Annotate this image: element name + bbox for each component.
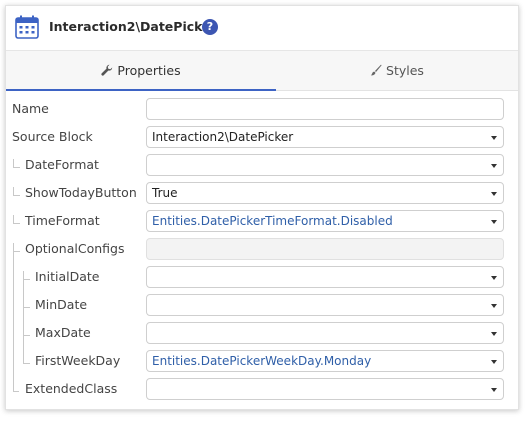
- chevron-down-icon: [491, 164, 497, 168]
- chevron-down-icon: [491, 304, 497, 308]
- source-block-label: Source Block: [12, 129, 93, 144]
- initialdate-select[interactable]: [146, 266, 504, 288]
- dateformat-select[interactable]: [146, 154, 504, 176]
- dateformat-label: DateFormat: [25, 157, 99, 172]
- maxdate-label: MaxDate: [35, 325, 91, 340]
- maxdate-select[interactable]: [146, 322, 504, 344]
- mindate-select[interactable]: [146, 294, 504, 316]
- showtodaybutton-label: ShowTodayButton: [25, 185, 137, 200]
- timeformat-label: TimeFormat: [25, 213, 100, 228]
- chevron-down-icon: [491, 136, 497, 140]
- prop-row-source-block: Source Block Interaction2\DatePicker: [6, 123, 518, 151]
- calendar-icon: [15, 15, 39, 39]
- chevron-down-icon: [491, 332, 497, 336]
- brush-icon: [370, 64, 382, 76]
- showtodaybutton-select[interactable]: True: [146, 182, 504, 204]
- prop-row-mindate: MinDate: [6, 291, 518, 319]
- timeformat-select[interactable]: Entities.DatePickerTimeFormat.Disabled: [146, 210, 504, 232]
- chevron-down-icon: [491, 276, 497, 280]
- chevron-down-icon: [491, 192, 497, 196]
- tab-styles[interactable]: Styles: [276, 51, 518, 90]
- tab-properties[interactable]: Properties: [6, 51, 276, 91]
- optionalconfigs-label: OptionalConfigs: [25, 241, 125, 256]
- source-block-value: Interaction2\DatePicker: [152, 130, 294, 144]
- chevron-down-icon: [491, 388, 497, 392]
- prop-row-optionalconfigs: OptionalConfigs: [6, 235, 518, 263]
- firstweekday-value: Entities.DatePickerWeekDay.Monday: [152, 354, 372, 368]
- mindate-label: MinDate: [35, 297, 88, 312]
- block-title: Interaction2\DatePicker: [49, 19, 217, 34]
- prop-row-showtodaybutton: ShowTodayButton True: [6, 179, 518, 207]
- optionalconfigs-field: [146, 238, 504, 260]
- initialdate-label: InitialDate: [35, 269, 100, 284]
- help-icon[interactable]: ?: [202, 19, 218, 35]
- prop-row-extendedclass: ExtendedClass: [6, 375, 518, 403]
- chevron-down-icon: [491, 220, 497, 224]
- prop-row-firstweekday: FirstWeekDay Entities.DatePickerWeekDay.…: [6, 347, 518, 375]
- extendedclass-select[interactable]: [146, 378, 504, 400]
- showtodaybutton-value: True: [152, 186, 178, 200]
- tab-styles-label: Styles: [386, 63, 424, 78]
- prop-row-initialdate: InitialDate: [6, 263, 518, 291]
- prop-row-timeformat: TimeFormat Entities.DatePickerTimeFormat…: [6, 207, 518, 235]
- firstweekday-select[interactable]: Entities.DatePickerWeekDay.Monday: [146, 350, 504, 372]
- source-block-select[interactable]: Interaction2\DatePicker: [146, 126, 504, 148]
- prop-row-maxdate: MaxDate: [6, 319, 518, 347]
- tab-bar: Properties Styles: [6, 51, 518, 91]
- extendedclass-label: ExtendedClass: [25, 381, 118, 396]
- properties-panel: Interaction2\DatePicker ? Properties Sty…: [5, 5, 519, 410]
- wrench-icon: [101, 64, 113, 76]
- panel-header: Interaction2\DatePicker ?: [6, 6, 518, 51]
- prop-row-dateformat: DateFormat: [6, 151, 518, 179]
- name-input[interactable]: [146, 98, 504, 120]
- tab-properties-label: Properties: [117, 63, 181, 78]
- chevron-down-icon: [491, 360, 497, 364]
- name-label: Name: [12, 101, 49, 116]
- firstweekday-label: FirstWeekDay: [35, 353, 121, 368]
- timeformat-value: Entities.DatePickerTimeFormat.Disabled: [152, 214, 393, 228]
- prop-row-name: Name: [6, 95, 518, 123]
